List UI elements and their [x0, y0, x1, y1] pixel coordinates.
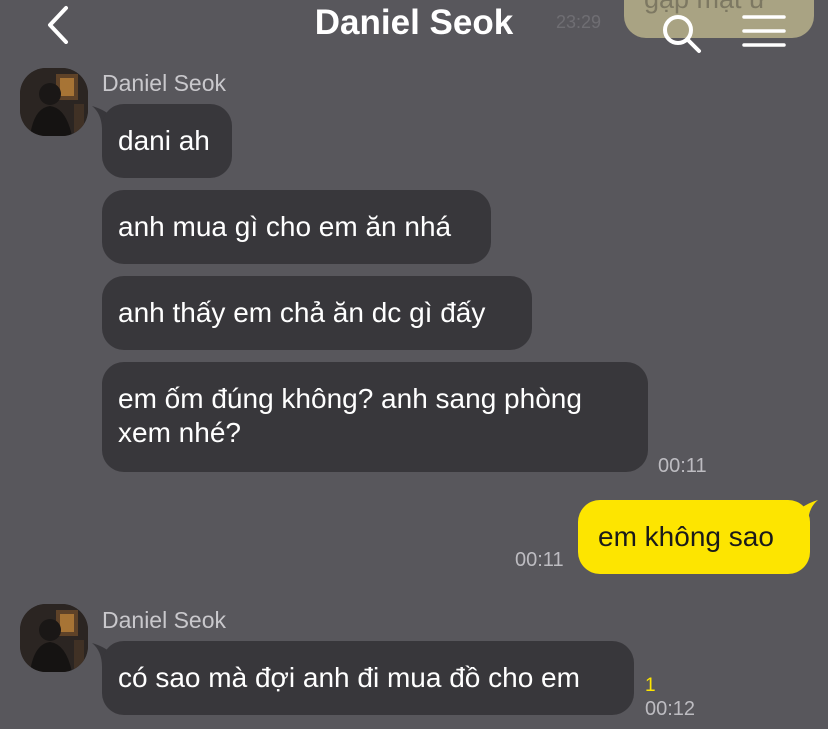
search-icon[interactable]: [660, 12, 704, 56]
sender-name: Daniel Seok: [102, 70, 227, 96]
message-text: anh mua gì cho em ăn nhá: [118, 211, 452, 242]
message-text: có sao mà đợi anh đi mua đồ cho em: [118, 662, 580, 693]
message-bubble[interactable]: dani ah: [102, 104, 232, 178]
avatar[interactable]: [20, 604, 88, 672]
message-time: 00:11: [515, 549, 564, 571]
message-text: em ốm đúng không? anh sang phòng xem nhé…: [118, 383, 582, 448]
message-bubble[interactable]: anh mua gì cho em ăn nhá: [102, 190, 491, 264]
message-text: anh thấy em chả ăn dc gì đấy: [118, 297, 486, 328]
message-bubble[interactable]: anh thấy em chả ăn dc gì đấy: [102, 276, 532, 350]
sender-name: Daniel Seok: [102, 607, 227, 633]
message-text: em không sao: [598, 521, 774, 552]
chat-header: gặp mặt ừ 23:29 Daniel Seok: [0, 0, 828, 53]
message-time: 00:11: [658, 455, 707, 477]
message-bubble[interactable]: em ốm đúng không? anh sang phòng xem nhé…: [102, 362, 648, 472]
unread-count: 1: [645, 675, 656, 696]
message-time: 00:12: [645, 698, 696, 720]
my-message-bubble[interactable]: em không sao: [578, 500, 810, 574]
message-text: dani ah: [118, 125, 210, 156]
bubble-tail: [794, 500, 818, 524]
hamburger-menu-icon[interactable]: [742, 14, 786, 48]
avatar[interactable]: [20, 68, 88, 136]
message-bubble[interactable]: có sao mà đợi anh đi mua đồ cho em: [102, 641, 634, 715]
